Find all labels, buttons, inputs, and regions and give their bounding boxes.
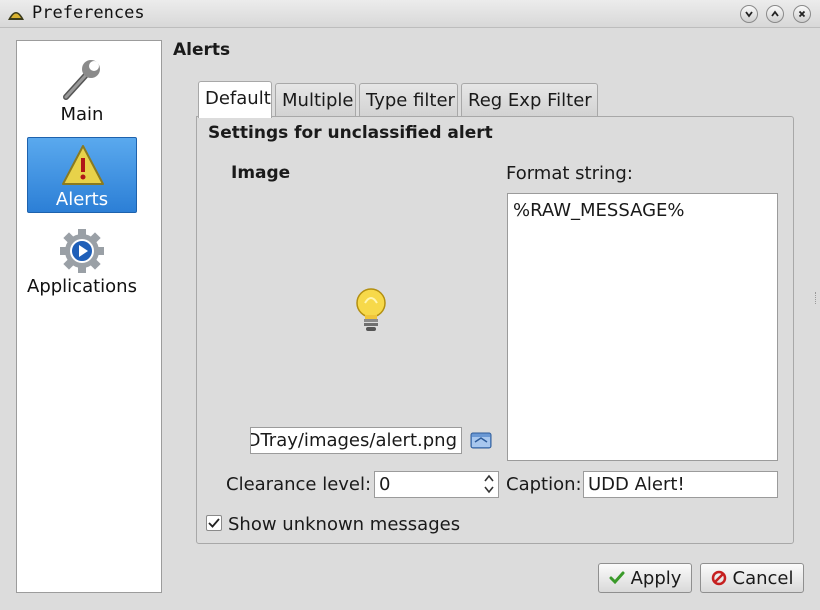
tab-multiple[interactable]: Multiple [275, 83, 356, 117]
image-path-value: DDTray/images/alert.png [250, 430, 457, 451]
wrench-icon [63, 60, 100, 100]
browse-image-button[interactable] [469, 429, 493, 451]
minimize-icon [745, 11, 753, 18]
format-string-label: Format string: [506, 163, 633, 184]
clearance-level-label: Clearance level: [226, 474, 372, 495]
tab-reg-exp-filter[interactable]: Reg Exp Filter [461, 83, 598, 117]
apply-button[interactable]: Apply [598, 563, 692, 593]
spin-arrows-icon[interactable] [483, 473, 495, 495]
title-bar[interactable]: Preferences [0, 0, 820, 28]
checkmark-icon [609, 571, 625, 585]
gear-play-icon [60, 229, 104, 273]
caption-input[interactable]: UDD Alert! [583, 471, 778, 498]
tab-type-filter[interactable]: Type filter [359, 83, 458, 117]
page-title: Alerts [173, 40, 231, 60]
window-title: Preferences [32, 3, 145, 23]
caption-label: Caption: [506, 474, 582, 495]
image-label: Image [231, 163, 291, 183]
show-unknown-label[interactable]: Show unknown messages [228, 514, 460, 535]
clearance-level-spinbox[interactable]: 0 [374, 471, 499, 498]
format-string-field[interactable]: %RAW_MESSAGE% [507, 193, 778, 461]
caption-value: UDD Alert! [588, 474, 685, 495]
show-unknown-checkbox[interactable] [206, 515, 222, 531]
sidebar-item-label: Alerts [55, 189, 109, 210]
sidebar-item-main[interactable]: Main [27, 51, 137, 127]
lightbulb-icon [356, 288, 386, 331]
sidebar: Main Alerts Applications [16, 40, 162, 593]
checkmark-icon [208, 518, 220, 528]
apply-label: Apply [630, 567, 682, 589]
maximize-button[interactable] [766, 5, 784, 23]
image-path-input[interactable]: DDTray/images/alert.png [250, 427, 462, 454]
sidebar-item-label: Applications [27, 276, 137, 297]
format-string-value: %RAW_MESSAGE% [513, 200, 685, 221]
folder-open-icon [470, 432, 492, 449]
cancel-button[interactable]: Cancel [700, 563, 804, 593]
udd-tray-icon [8, 12, 24, 20]
close-button[interactable] [793, 5, 811, 23]
sidebar-item-label: Main [60, 104, 104, 125]
sidebar-item-alerts[interactable]: Alerts [27, 137, 137, 213]
close-icon [798, 10, 806, 18]
clearance-level-value: 0 [379, 474, 391, 495]
tab-default[interactable]: Default [198, 81, 272, 118]
warning-icon [62, 145, 104, 185]
sidebar-item-applications[interactable]: Applications [27, 223, 137, 299]
settings-heading: Settings for unclassified alert [208, 123, 493, 143]
cancel-label: Cancel [732, 567, 794, 589]
cancel-icon [711, 570, 726, 586]
window-resize-grip[interactable] [815, 292, 818, 304]
minimize-button[interactable] [740, 5, 758, 23]
maximize-icon [771, 10, 779, 17]
